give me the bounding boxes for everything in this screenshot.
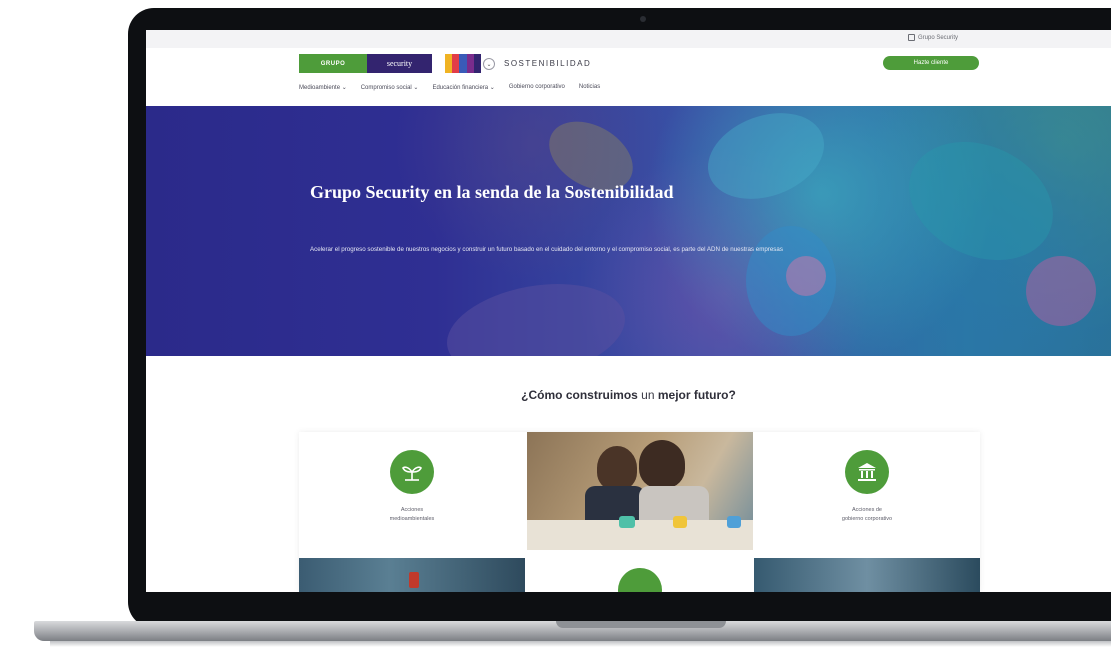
logo-grupo-text: GRUPO xyxy=(299,54,367,73)
top-utility-bar: Grupo Security xyxy=(146,30,1111,48)
color-block-yellow xyxy=(445,54,453,73)
hero-subtitle: Acelerar el progreso sostenible de nuest… xyxy=(310,246,783,253)
laptop-shadow xyxy=(50,641,1111,647)
color-block-red xyxy=(452,54,460,73)
hero-decor-shape xyxy=(695,106,837,215)
card-label-line: gobierno corporativo xyxy=(841,516,893,522)
nav-item-gobierno-corporativo[interactable]: Gobierno corporativo xyxy=(509,84,565,91)
brand-dropdown-button[interactable]: ⌄ xyxy=(483,58,495,70)
actions-grid: Acciones medioambientales Acciones de go… xyxy=(299,432,980,592)
green-circle-icon xyxy=(618,568,662,592)
top-link-grupo-security[interactable]: Grupo Security xyxy=(908,34,958,41)
nav-item-educacion-financiera[interactable]: Educación financiera ⌄ xyxy=(432,84,494,91)
main-nav: Medioambiente ⌄ Compromiso social ⌄ Educ… xyxy=(299,84,600,91)
card-label-line: Acciones de xyxy=(852,507,882,513)
card-acciones-gobierno-corporativo[interactable]: Acciones de gobierno corporativo xyxy=(754,432,980,550)
laptop-screen: Grupo Security GRUPO security ⌄ SOSTENIB… xyxy=(146,30,1111,592)
color-block-purple xyxy=(466,54,474,73)
section-title-post: mejor futuro? xyxy=(657,388,736,402)
top-link-label: Grupo Security xyxy=(918,34,959,41)
child-figure xyxy=(639,440,685,488)
photo-detail xyxy=(409,572,419,588)
nav-item-medioambiente[interactable]: Medioambiente ⌄ xyxy=(299,84,347,91)
site-name: SOSTENIBILIDAD xyxy=(504,59,592,68)
logo-security-text: security xyxy=(367,54,432,73)
hero-title: Grupo Security en la senda de la Sosteni… xyxy=(310,182,674,202)
hero-decor-shape xyxy=(1026,256,1096,326)
chevron-down-icon: ⌄ xyxy=(486,61,492,68)
table-surface xyxy=(527,520,753,550)
hero-decor-shape xyxy=(889,119,1073,283)
craft-cup xyxy=(619,516,635,528)
section-title: ¿Cómo construimos un mejor futuro? xyxy=(146,388,1111,402)
card-label: Acciones de gobierno corporativo xyxy=(754,506,980,524)
craft-cup xyxy=(673,516,687,528)
photo-bottom-right[interactable] xyxy=(754,558,980,592)
nav-item-compromiso-social[interactable]: Compromiso social ⌄ xyxy=(361,84,419,91)
color-block-blue xyxy=(459,54,467,73)
hero-decor-shape xyxy=(439,271,633,356)
brand-color-blocks xyxy=(445,54,482,73)
card-label-line: medioambientales xyxy=(389,516,435,522)
card-label-line: Acciones xyxy=(400,507,424,513)
laptop-base-notch xyxy=(556,621,726,628)
photo-children-card[interactable] xyxy=(527,432,753,550)
nav-item-noticias[interactable]: Noticias xyxy=(579,84,600,91)
craft-cup xyxy=(727,516,741,528)
child-figure xyxy=(597,446,637,490)
hazte-cliente-button[interactable]: Hazte cliente xyxy=(883,56,979,70)
plant-icon xyxy=(390,450,434,494)
hero-banner: Grupo Security en la senda de la Sosteni… xyxy=(146,106,1111,356)
camera-dot xyxy=(640,16,646,22)
section-title-mid: un xyxy=(637,388,658,402)
section-title-pre: ¿Cómo construimos xyxy=(521,388,638,402)
building-icon xyxy=(845,450,889,494)
photo-bottom-left[interactable] xyxy=(299,558,525,592)
card-label: Acciones medioambientales xyxy=(299,506,525,524)
grupo-security-logo[interactable]: GRUPO security xyxy=(299,54,432,73)
external-link-icon xyxy=(908,34,915,41)
color-block-navy xyxy=(473,54,482,73)
hero-decor-shape xyxy=(786,256,826,296)
card-acciones-medioambientales[interactable]: Acciones medioambientales xyxy=(299,432,525,550)
